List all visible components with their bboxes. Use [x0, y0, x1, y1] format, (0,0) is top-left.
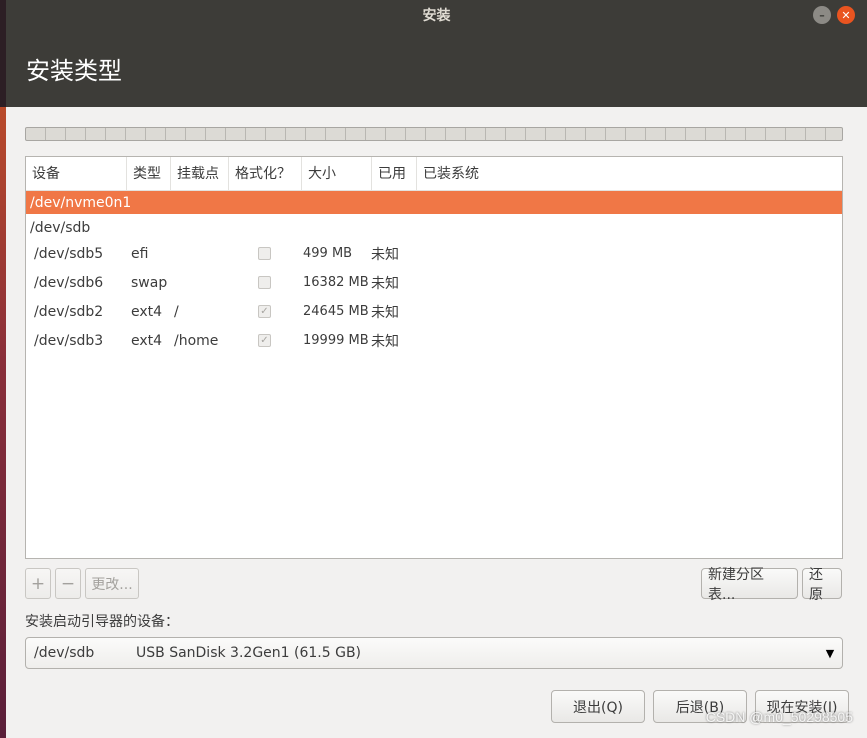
- table-toolbar: 新建分区表... 还原: [701, 567, 842, 603]
- new-partition-table-button[interactable]: 新建分区表...: [701, 567, 798, 603]
- remove-partition-button[interactable]: −: [55, 568, 81, 599]
- partition-toolbar: + − 更改...: [25, 568, 139, 599]
- partition-mount: /home: [174, 332, 219, 349]
- table-row[interactable]: /dev/sdb5 efi 499 MB 未知: [26, 239, 842, 268]
- change-partition-button[interactable]: 更改...: [85, 568, 139, 599]
- table-row[interactable]: /dev/sdb: [26, 216, 842, 239]
- format-checkbox-checked[interactable]: ✓: [258, 334, 271, 347]
- bootloader-description: USB SanDisk 3.2Gen1 (61.5 GB): [136, 645, 362, 661]
- column-header-type[interactable]: 类型: [127, 157, 171, 191]
- partition-table[interactable]: 设备 类型 挂载点 格式化？ 大小 已用 已装系统 /dev/nvme0n1 /…: [25, 156, 843, 559]
- table-row[interactable]: /dev/nvme0n1: [26, 191, 842, 214]
- partition-size: 24645 MB: [303, 304, 369, 319]
- minimize-icon[interactable]: –: [813, 6, 831, 24]
- disk-name: /dev/sdb: [30, 219, 91, 236]
- window-title: 安装: [422, 8, 451, 24]
- page-title: 安装类型: [26, 57, 122, 85]
- partition-used: 未知: [371, 333, 399, 350]
- add-partition-button[interactable]: +: [25, 568, 51, 599]
- partition-bar: [25, 127, 843, 141]
- installer-window: 安装 – ✕ 安装类型 设备 类型 挂载点 格式化？ 大小 已用 已装系统 /d…: [6, 0, 867, 738]
- quit-button[interactable]: 退出(Q): [551, 690, 645, 723]
- partition-mount: /: [174, 303, 179, 320]
- column-header-used[interactable]: 已用: [372, 157, 417, 191]
- revert-button[interactable]: 还原: [802, 567, 842, 603]
- partition-used: 未知: [371, 304, 399, 321]
- partition-used: 未知: [371, 275, 399, 292]
- column-header-system[interactable]: 已装系统: [417, 157, 842, 191]
- format-checkbox[interactable]: [258, 247, 271, 260]
- table-row[interactable]: /dev/sdb2 ext4 / ✓ 24645 MB 未知: [26, 297, 842, 326]
- partition-type: ext4: [131, 332, 163, 349]
- partition-size: 16382 MB: [303, 275, 369, 290]
- table-row[interactable]: /dev/sdb3 ext4 /home ✓ 19999 MB 未知: [26, 326, 842, 355]
- watermark: CSDN @m0_50298505: [705, 709, 853, 725]
- disk-name: /dev/nvme0n1: [30, 194, 132, 211]
- close-icon[interactable]: ✕: [837, 6, 855, 24]
- bootloader-device-select[interactable]: /dev/sdb USB SanDisk 3.2Gen1 (61.5 GB) ▼: [25, 637, 843, 669]
- partition-type: ext4: [131, 303, 163, 320]
- partition-used: 未知: [371, 246, 399, 263]
- column-header-device[interactable]: 设备: [26, 157, 127, 191]
- format-checkbox-checked[interactable]: ✓: [258, 305, 271, 318]
- dropdown-arrow-icon: ▼: [825, 646, 835, 660]
- bootloader-device: /dev/sdb: [34, 645, 95, 661]
- partition-size: 19999 MB: [303, 333, 369, 348]
- table-row[interactable]: /dev/sdb6 swap 16382 MB 未知: [26, 268, 842, 297]
- partition-device: /dev/sdb5: [34, 245, 104, 262]
- partition-device: /dev/sdb2: [34, 303, 104, 320]
- format-checkbox[interactable]: [258, 276, 271, 289]
- table-header: 设备 类型 挂载点 格式化？ 大小 已用 已装系统: [26, 157, 842, 191]
- partition-device: /dev/sdb3: [34, 332, 104, 349]
- column-header-format[interactable]: 格式化？: [229, 157, 302, 191]
- partition-device: /dev/sdb6: [34, 274, 104, 291]
- column-header-size[interactable]: 大小: [302, 157, 372, 191]
- column-header-mount[interactable]: 挂载点: [171, 157, 229, 191]
- bootloader-label: 安装启动引导器的设备：: [25, 614, 179, 630]
- partition-type: efi: [131, 245, 149, 262]
- page-header: 安装类型: [6, 30, 867, 107]
- title-bar: 安装 – ✕: [6, 0, 867, 30]
- partition-size: 499 MB: [303, 246, 353, 261]
- partition-type: swap: [131, 274, 168, 291]
